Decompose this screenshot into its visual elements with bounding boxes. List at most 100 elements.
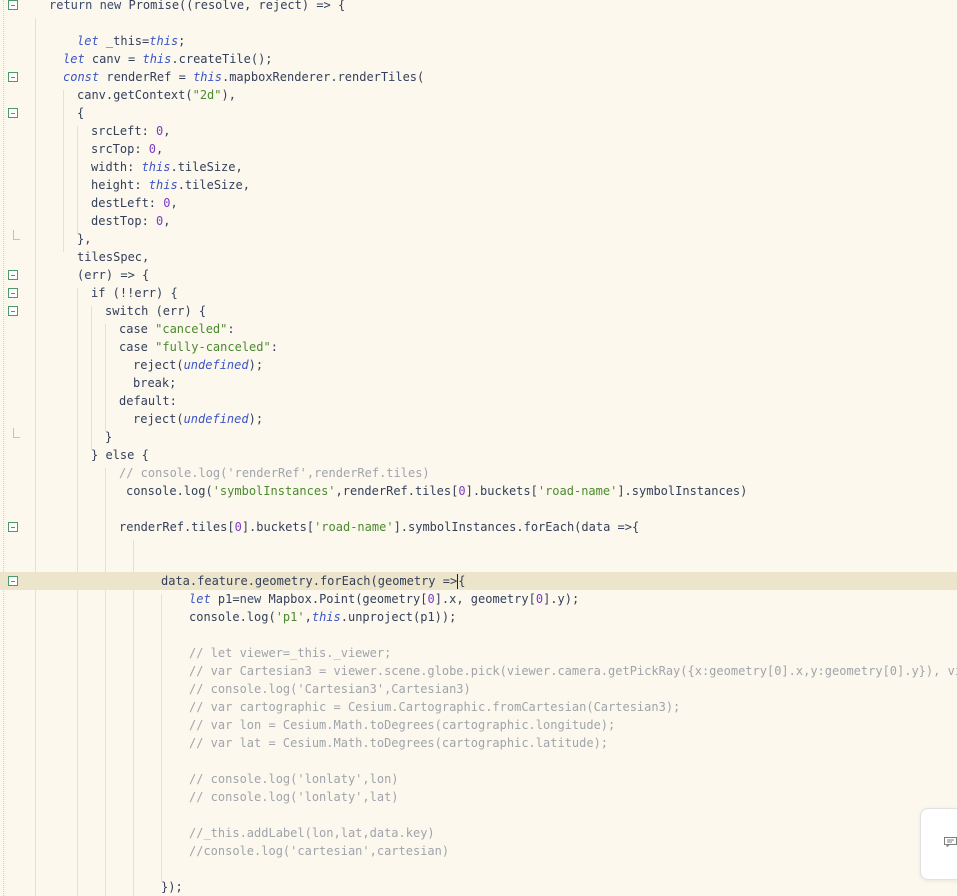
code-line[interactable]: let _this=this; <box>0 32 957 50</box>
code-line[interactable]: // console.log('lonlaty',lat) <box>0 788 957 806</box>
code-line[interactable]: srcTop: 0, <box>0 140 957 158</box>
code-token: destTop: <box>91 214 157 228</box>
code-line[interactable]: default: <box>0 392 957 410</box>
code-token: srcLeft: <box>91 124 157 138</box>
code-token: reject( <box>133 412 184 426</box>
code-line[interactable]: return new Promise((resolve, reject) => … <box>0 0 957 14</box>
fold-collapse-icon[interactable] <box>8 288 18 298</box>
code-line[interactable]: switch (err) { <box>0 302 957 320</box>
code-token: renderRef.tiles[ <box>119 520 235 534</box>
code-token: "2d" <box>192 88 222 102</box>
code-token: "canceled" <box>155 322 228 336</box>
code-text: // console.log('renderRef',renderRef.til… <box>119 464 430 482</box>
code-token: undefined <box>183 412 249 426</box>
code-token: let <box>77 34 106 48</box>
code-text: //_this.addLabel(lon,lat,data.key) <box>189 824 435 842</box>
code-token: Promise((resolve, reject) => { <box>128 0 346 12</box>
code-token: break; <box>133 376 177 390</box>
fold-collapse-icon[interactable] <box>8 270 18 280</box>
code-line[interactable]: { <box>0 104 957 122</box>
code-line[interactable]: console.log('symbolInstances',renderRef.… <box>0 482 957 500</box>
fold-collapse-icon[interactable] <box>8 72 18 82</box>
fold-collapse-icon[interactable] <box>8 108 18 118</box>
code-text: destTop: 0, <box>91 212 171 230</box>
code-token: 0 <box>427 592 435 606</box>
code-line[interactable]: destTop: 0, <box>0 212 957 230</box>
code-line[interactable]: let canv = this.createTile(); <box>0 50 957 68</box>
code-line[interactable]: height: this.tileSize, <box>0 176 957 194</box>
code-text: console.log('symbolInstances',renderRef.… <box>126 482 747 500</box>
code-token: tilesSpec, <box>77 250 150 264</box>
code-token: 0 <box>458 484 466 498</box>
code-token: height: <box>91 178 149 192</box>
code-token: "fully-canceled" <box>155 340 271 354</box>
code-line[interactable]: const renderRef = this.mapboxRenderer.re… <box>0 68 957 86</box>
code-line[interactable]: case "canceled": <box>0 320 957 338</box>
code-line[interactable]: // var lat = Cesium.Math.toDegrees(carto… <box>0 734 957 752</box>
code-text: width: this.tileSize, <box>91 158 243 176</box>
fold-end-marker <box>13 428 20 438</box>
code-text: renderRef.tiles[0].buckets['road-name'].… <box>119 518 639 536</box>
code-text: default: <box>119 392 177 410</box>
fold-collapse-icon[interactable] <box>8 522 18 532</box>
fold-collapse-icon[interactable] <box>8 306 18 316</box>
code-token: } else { <box>91 448 149 462</box>
code-line[interactable]: }, <box>0 230 957 248</box>
code-line[interactable]: // var lon = Cesium.Math.toDegrees(carto… <box>0 716 957 734</box>
code-token: Mapbox.Point(geometry[ <box>268 592 428 606</box>
fold-collapse-icon[interactable] <box>8 0 18 10</box>
code-line[interactable]: break; <box>0 374 957 392</box>
code-token: .createTile(); <box>171 52 273 66</box>
code-line[interactable]: case "fully-canceled": <box>0 338 957 356</box>
code-token: { <box>458 574 466 588</box>
code-token: : <box>227 322 235 336</box>
code-line[interactable]: // var Cartesian3 = viewer.scene.globe.p… <box>0 662 957 680</box>
code-line[interactable]: }); <box>0 878 957 896</box>
code-line[interactable]: } else { <box>0 446 957 464</box>
code-token: , <box>163 214 171 228</box>
code-token: // let viewer=_this._viewer; <box>189 646 392 660</box>
code-token: this <box>311 610 341 624</box>
code-line[interactable]: //_this.addLabel(lon,lat,data.key) <box>0 824 957 842</box>
code-line[interactable]: let p1=new Mapbox.Point(geometry[0].x, g… <box>0 590 957 608</box>
code-line[interactable]: // console.log('renderRef',renderRef.til… <box>0 464 957 482</box>
code-token: : <box>270 340 278 354</box>
code-line[interactable]: reject(undefined); <box>0 356 957 374</box>
code-line[interactable]: data.feature.geometry.forEach(geometry =… <box>0 572 957 590</box>
code-line[interactable]: // console.log('Cartesian3',Cartesian3) <box>0 680 957 698</box>
code-text: destLeft: 0, <box>91 194 178 212</box>
code-text: data.feature.geometry.forEach(geometry =… <box>161 572 465 590</box>
code-text: (err) => { <box>77 266 149 284</box>
code-token: console.log( <box>126 484 213 498</box>
code-line[interactable]: if (!!err) { <box>0 284 957 302</box>
code-token: }, <box>77 232 92 246</box>
code-line[interactable]: // let viewer=_this._viewer; <box>0 644 957 662</box>
code-line[interactable]: // var cartographic = Cesium.Cartographi… <box>0 698 957 716</box>
code-line[interactable]: reject(undefined); <box>0 410 957 428</box>
code-line[interactable]: width: this.tileSize, <box>0 158 957 176</box>
code-line[interactable]: console.log('p1',this.unproject(p1)); <box>0 608 957 626</box>
code-line[interactable]: (err) => { <box>0 266 957 284</box>
code-token: // console.log('lonlaty',lon) <box>189 772 399 786</box>
code-token: switch (err) { <box>105 304 207 318</box>
code-line[interactable]: // console.log('lonlaty',lon) <box>0 770 957 788</box>
fold-collapse-icon[interactable] <box>8 576 18 586</box>
code-line[interactable]: destLeft: 0, <box>0 194 957 212</box>
code-text: //console.log('cartesian',cartesian) <box>189 842 449 860</box>
code-line[interactable]: //console.log('cartesian',cartesian) <box>0 842 957 860</box>
code-text: let canv = this.createTile(); <box>63 50 273 68</box>
code-token: default: <box>119 394 177 408</box>
code-line[interactable]: canv.getContext("2d"), <box>0 86 957 104</box>
chat-button[interactable] <box>920 808 957 880</box>
code-line[interactable]: srcLeft: 0, <box>0 122 957 140</box>
code-token: case <box>119 340 156 354</box>
code-token: // console.log('Cartesian3',Cartesian3) <box>189 682 471 696</box>
code-text: srcLeft: 0, <box>91 122 171 140</box>
code-line[interactable]: renderRef.tiles[0].buckets['road-name'].… <box>0 518 957 536</box>
code-token: console.log( <box>189 610 276 624</box>
code-token: const <box>63 70 107 84</box>
code-token: , <box>156 142 164 156</box>
code-editor[interactable]: return new Promise((resolve, reject) => … <box>0 0 957 896</box>
code-line[interactable]: } <box>0 428 957 446</box>
code-line[interactable]: tilesSpec, <box>0 248 957 266</box>
